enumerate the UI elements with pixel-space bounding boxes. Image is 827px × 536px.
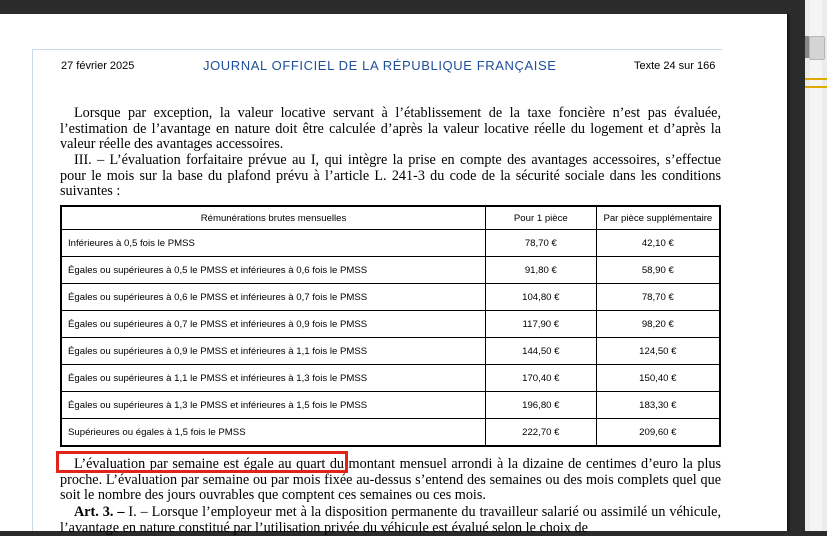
table-header-row: Rémunérations brutes mensuelles Pour 1 p… bbox=[60, 205, 721, 230]
table-cell-pour-1-piece: 196,80 € bbox=[484, 391, 597, 419]
table-row: Égales ou supérieures à 1,3 le PMSS et i… bbox=[60, 391, 721, 419]
table-cell-remuneration: Égales ou supérieures à 0,9 le PMSS et i… bbox=[60, 337, 486, 365]
table-cell-remuneration: Égales ou supérieures à 1,3 le PMSS et i… bbox=[60, 391, 486, 419]
table-cell-pour-1-piece: 91,80 € bbox=[484, 256, 597, 284]
header-date: 27 février 2025 bbox=[61, 60, 135, 72]
table-cell-par-piece-supp: 150,40 € bbox=[595, 364, 721, 392]
table-cell-pour-1-piece: 170,40 € bbox=[484, 364, 597, 392]
table-cell-par-piece-supp: 209,60 € bbox=[595, 418, 721, 447]
remuneration-table: Rémunérations brutes mensuelles Pour 1 p… bbox=[60, 205, 721, 447]
table-cell-remuneration: Égales ou supérieures à 0,7 le PMSS et i… bbox=[60, 310, 486, 338]
table-cell-par-piece-supp: 98,20 € bbox=[595, 310, 721, 338]
paragraph-valeur-locative: Lorsque par exception, la valeur locativ… bbox=[60, 105, 721, 153]
paragraph-article-3: Art. 3. – I. – Lorsque l’employeur met à… bbox=[60, 504, 721, 536]
table-row: Égales ou supérieures à 0,7 le PMSS et i… bbox=[60, 310, 721, 338]
table-cell-remuneration: Égales ou supérieures à 0,6 le PMSS et i… bbox=[60, 283, 486, 311]
paragraph-text: Lorsque par exception, la valeur locativ… bbox=[60, 105, 721, 153]
table-row: Supérieures ou égales à 1,5 fois le PMSS… bbox=[60, 418, 721, 447]
table-cell-remuneration: Inférieures à 0,5 fois le PMSS bbox=[60, 229, 486, 257]
header-text-number: Texte 24 sur 166 bbox=[634, 60, 716, 72]
table-cell-par-piece-supp: 42,10 € bbox=[595, 229, 721, 257]
paragraph-evaluation-forfaitaire: III. – L’évaluation forfaitaire prévue a… bbox=[60, 152, 721, 200]
table-row: Égales ou supérieures à 0,9 le PMSS et i… bbox=[60, 337, 721, 365]
article-label: Art. 3. – bbox=[74, 504, 125, 520]
table-cell-remuneration: Supérieures ou égales à 1,5 fois le PMSS bbox=[60, 418, 486, 447]
table-cell-pour-1-piece: 78,70 € bbox=[484, 229, 597, 257]
paragraph-text: III. – L’évaluation forfaitaire prévue a… bbox=[60, 152, 721, 200]
table-header-remunerations: Rémunérations brutes mensuelles bbox=[60, 205, 486, 230]
table-cell-remuneration: Égales ou supérieures à 1,1 le PMSS et i… bbox=[60, 364, 486, 392]
highlight-annotation-box bbox=[56, 451, 348, 473]
table-header-pour-1-piece: Pour 1 pièce bbox=[484, 205, 597, 230]
table-cell-par-piece-supp: 78,70 € bbox=[595, 283, 721, 311]
table-cell-par-piece-supp: 58,90 € bbox=[595, 256, 721, 284]
table-cell-par-piece-supp: 183,30 € bbox=[595, 391, 721, 419]
vertical-scrollbar[interactable] bbox=[805, 0, 827, 531]
table-row: Inférieures à 0,5 fois le PMSS 78,70 € 4… bbox=[60, 229, 721, 257]
header-rule bbox=[32, 49, 722, 50]
table-cell-pour-1-piece: 117,90 € bbox=[484, 310, 597, 338]
table-cell-pour-1-piece: 222,70 € bbox=[484, 418, 597, 447]
table-cell-par-piece-supp: 124,50 € bbox=[595, 337, 721, 365]
page-shadow bbox=[787, 14, 791, 531]
header-journal-title: JOURNAL OFFICIEL DE LA RÉPUBLIQUE FRANÇA… bbox=[203, 58, 557, 73]
table-cell-remuneration: Égales ou supérieures à 0,5 le PMSS et i… bbox=[60, 256, 486, 284]
table-cell-pour-1-piece: 144,50 € bbox=[484, 337, 597, 365]
scrollbar-thumb[interactable] bbox=[809, 36, 825, 60]
page-left-rule bbox=[32, 49, 33, 531]
scrollbar-search-marker bbox=[805, 86, 827, 88]
table-row: Égales ou supérieures à 0,6 le PMSS et i… bbox=[60, 283, 721, 311]
table-header-par-piece-supp: Par pièce supplémentaire bbox=[595, 205, 721, 230]
table-row: Égales ou supérieures à 1,1 le PMSS et i… bbox=[60, 364, 721, 392]
table-cell-pour-1-piece: 104,80 € bbox=[484, 283, 597, 311]
table-row: Égales ou supérieures à 0,5 le PMSS et i… bbox=[60, 256, 721, 284]
scrollbar-search-marker bbox=[805, 78, 827, 80]
